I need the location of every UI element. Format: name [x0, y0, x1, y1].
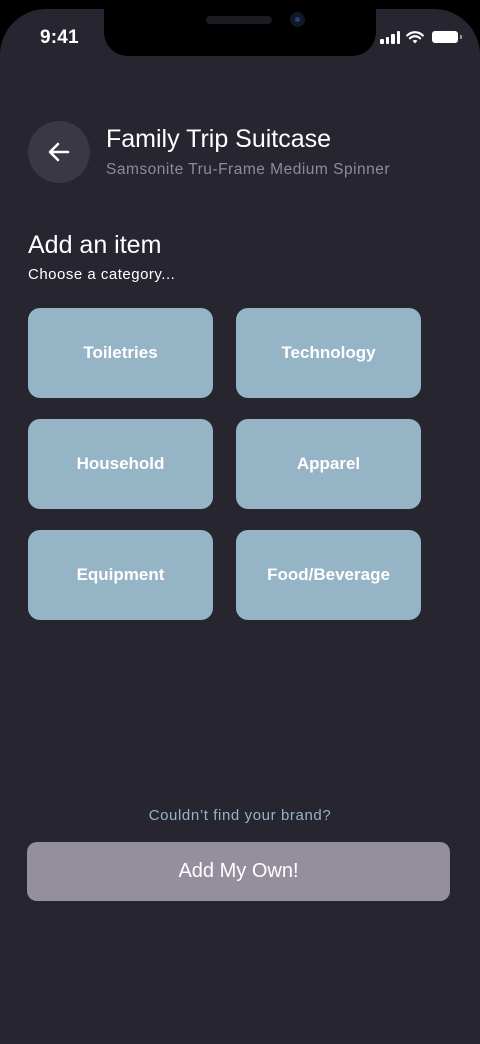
status-time: 9:41	[40, 27, 79, 48]
category-food-beverage-button[interactable]: Food/Beverage	[236, 530, 421, 620]
speaker-grille	[206, 16, 272, 24]
category-equipment-button[interactable]: Equipment	[28, 530, 213, 620]
page-subtitle: Samsonite Tru-Frame Medium Spinner	[106, 161, 391, 178]
arrow-left-icon	[48, 142, 70, 162]
wifi-icon	[406, 31, 424, 44]
status-icons	[380, 31, 462, 44]
category-household-button[interactable]: Household	[28, 419, 213, 509]
front-camera-icon	[290, 12, 305, 27]
page-title: Family Trip Suitcase	[106, 125, 332, 153]
help-text: Couldn’t find your brand?	[148, 807, 332, 824]
category-apparel-button[interactable]: Apparel	[236, 419, 421, 509]
section-heading: Add an item	[28, 231, 162, 259]
cellular-signal-icon	[380, 31, 400, 44]
back-button[interactable]	[28, 121, 90, 183]
screen: 9:41 Family Trip Suitcase Samsonite Tru-…	[0, 9, 480, 1044]
category-toiletries-button[interactable]: Toiletries	[28, 308, 213, 398]
phone-frame: 9:41 Family Trip Suitcase Samsonite Tru-…	[0, 0, 480, 1044]
notch	[104, 9, 376, 56]
category-technology-button[interactable]: Technology	[236, 308, 421, 398]
category-grid: Toiletries Technology Household Apparel …	[28, 308, 421, 620]
add-my-own-button[interactable]: Add My Own!	[27, 842, 450, 901]
battery-icon	[432, 31, 462, 43]
section-subheading: Choose a category...	[28, 266, 176, 283]
